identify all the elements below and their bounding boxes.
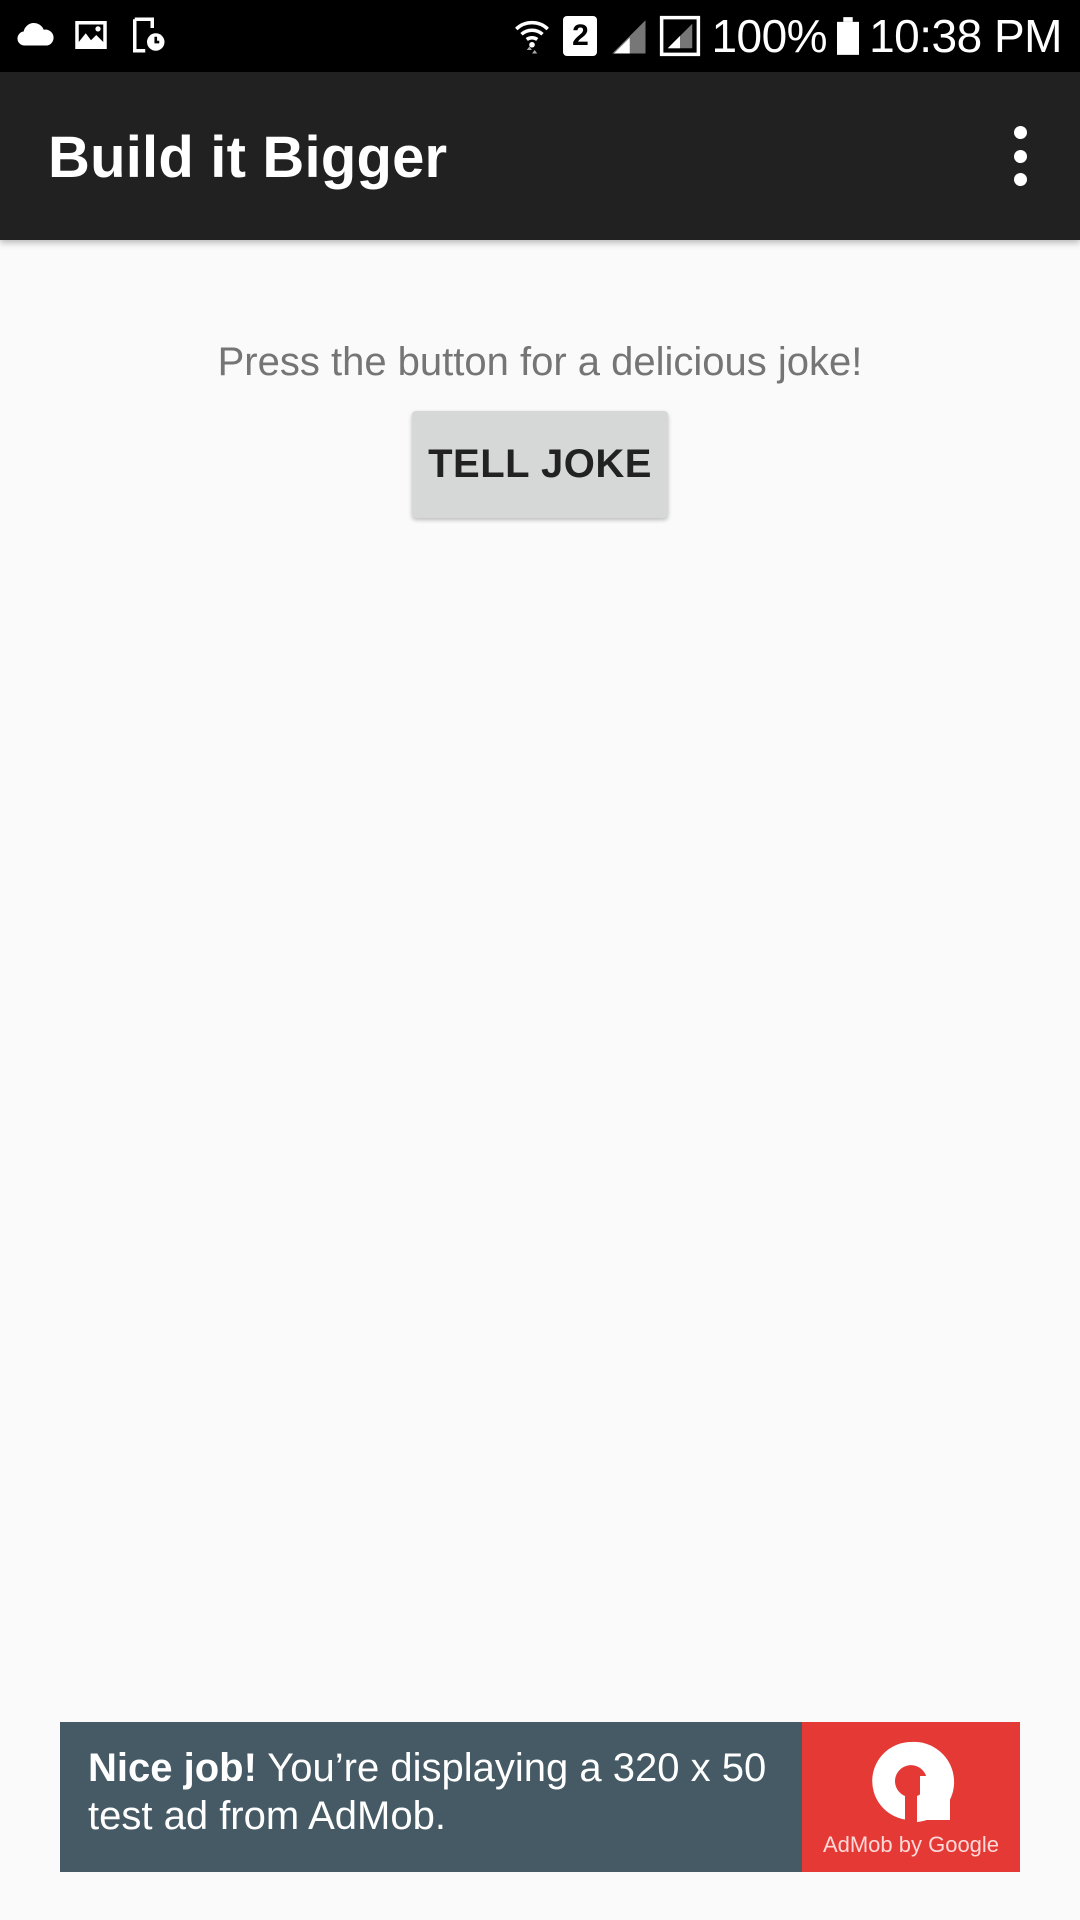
cloud-icon <box>17 23 54 46</box>
sim-icon: 2 <box>563 16 598 56</box>
battery-percent: 100% <box>711 10 828 62</box>
tell-joke-button[interactable]: TELL JOKE <box>412 411 668 518</box>
gallery-icon <box>75 21 107 49</box>
menu-dot <box>1013 149 1027 163</box>
app-title: Build it Bigger <box>48 125 448 190</box>
menu-dot <box>1013 126 1027 139</box>
menu-dot <box>1013 173 1027 186</box>
admob-caption: AdMob by Google <box>822 1832 1000 1857</box>
system-icons: 2 100% 10:38 PM <box>511 8 1062 64</box>
status-bar: 2 100% 10:38 PM <box>0 0 1080 72</box>
battery-icon <box>837 17 860 55</box>
admob-icon <box>872 1741 955 1822</box>
notification-icons <box>14 14 168 56</box>
app-bar: Build it Bigger <box>0 72 1080 240</box>
instructions-text: Press the button for a delicious joke! <box>217 340 863 384</box>
ad-text: Nice job! You’re displaying a 320 x 50 t… <box>60 1722 802 1872</box>
screen-time-icon <box>133 17 165 53</box>
wifi-icon <box>515 20 550 54</box>
ad-headline: Nice job! <box>88 1746 257 1790</box>
overflow-menu-icon[interactable] <box>996 126 1044 186</box>
signal-icon <box>612 20 646 54</box>
admob-logo: AdMob by Google <box>802 1722 1020 1872</box>
clock: 10:38 PM <box>869 10 1062 62</box>
signal-boxed-icon <box>660 15 701 57</box>
ad-banner[interactable]: Nice job! You’re displaying a 320 x 50 t… <box>60 1722 1020 1872</box>
